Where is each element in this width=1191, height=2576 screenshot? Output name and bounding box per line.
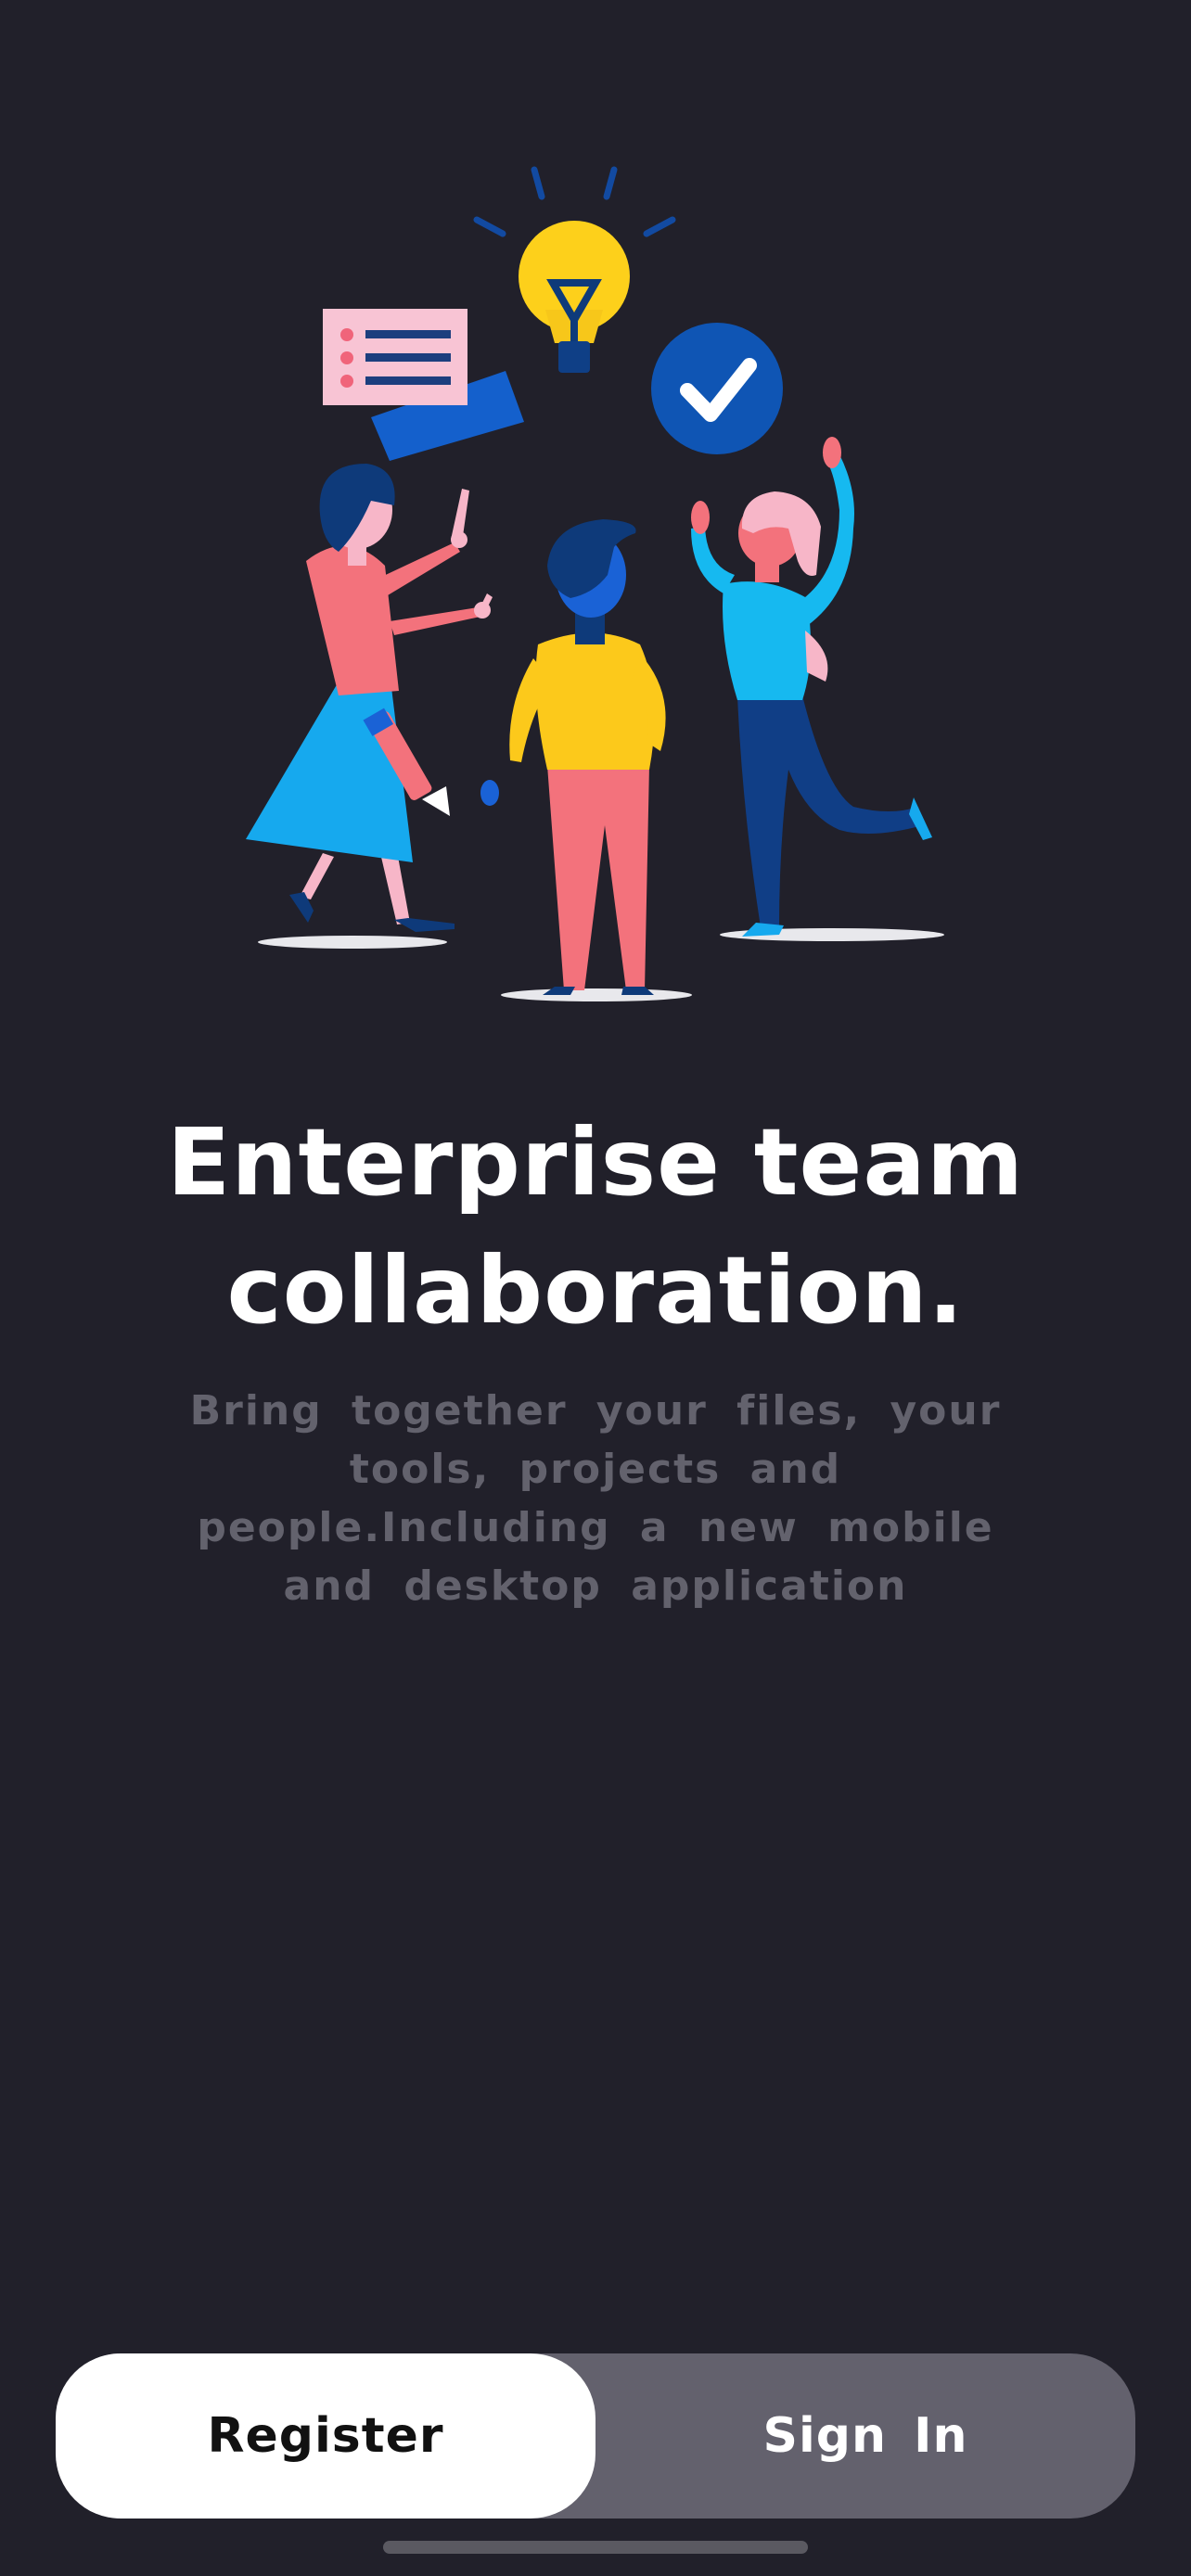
page-title: Enterprise team collaboration. [166, 1108, 1025, 1345]
home-indicator[interactable] [383, 2541, 808, 2554]
document-list-icon [323, 309, 524, 461]
lightbulb-icon [519, 221, 630, 373]
page-subtitle: Bring together your files, your tools, p… [189, 1387, 1002, 1610]
sign-in-button[interactable]: Sign In [596, 2353, 1135, 2519]
checkmark-badge-icon [651, 323, 783, 454]
register-button[interactable]: Register [56, 2353, 596, 2519]
auth-segmented-control: Register Sign In [56, 2353, 1135, 2519]
woman-in-blue-skirt [246, 464, 493, 932]
woman-cheering-in-cyan [691, 437, 932, 937]
team-illustration [186, 139, 1005, 1011]
